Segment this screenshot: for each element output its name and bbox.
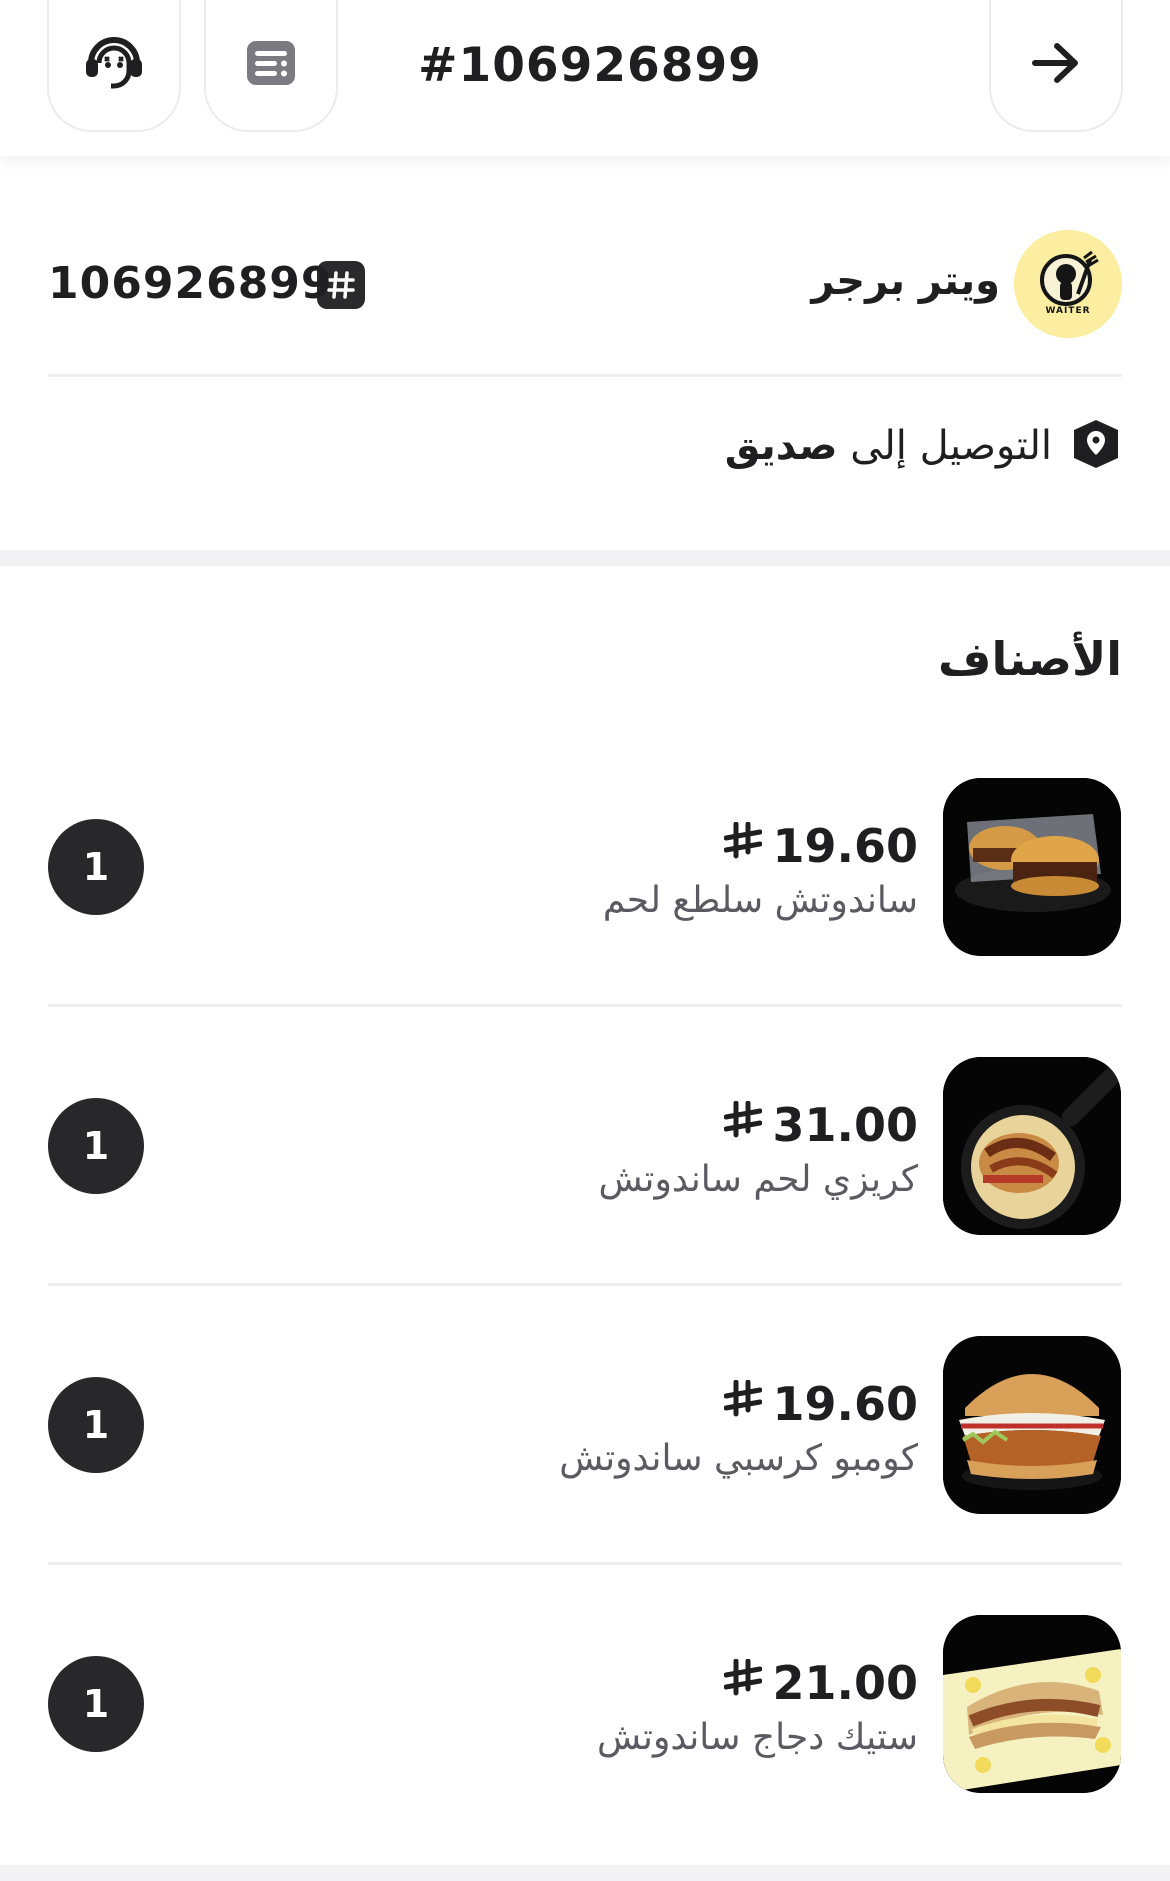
delivery-target: صديق [724, 423, 838, 469]
delivery-row: التوصيل إلى صديق [725, 418, 1122, 474]
item-name: ستيك دجاج ساندوتش [597, 1717, 918, 1758]
logo-text: WAITER [1045, 306, 1091, 316]
divider [48, 1283, 1122, 1286]
support-button[interactable] [47, 0, 181, 132]
item-price: 21.00 [723, 1655, 918, 1711]
item-price-value: 19.60 [772, 1377, 918, 1431]
divider [48, 1004, 1122, 1007]
riyal-currency-icon [723, 819, 763, 873]
section-separator [0, 550, 1170, 566]
item-quantity-badge: 1 [48, 1377, 144, 1473]
riyal-currency-icon [723, 1377, 763, 1431]
item-image [943, 1336, 1121, 1514]
receipt-icon [246, 40, 296, 90]
restaurant-logo: WAITER [1014, 230, 1122, 338]
receipt-button[interactable] [204, 0, 338, 132]
item-name: كومبو كرسبي ساندوتش [559, 1438, 918, 1479]
order-item[interactable]: 19.60 كومبو كرسبي ساندوتش 1 [0, 1336, 1170, 1616]
headset-icon [83, 33, 145, 97]
item-quantity-badge: 1 [48, 1656, 144, 1752]
riyal-currency-icon [723, 1098, 763, 1152]
divider [48, 1562, 1122, 1565]
item-image [943, 1057, 1121, 1235]
item-name: ساندوتش سلطع لحم [602, 880, 918, 921]
delivery-label: التوصيل إلى صديق [725, 423, 1052, 469]
arrow-right-icon [1031, 41, 1081, 89]
location-pin-icon [1070, 418, 1122, 474]
order-number: 106926899 [48, 258, 333, 309]
item-quantity-badge: 1 [48, 1098, 144, 1194]
item-image [943, 1615, 1121, 1793]
top-bar: #106926899 [0, 0, 1170, 156]
order-item[interactable]: 19.60 ساندوتش سلطع لحم 1 [0, 778, 1170, 1058]
order-item[interactable]: 31.00 كريزي لحم ساندوتش 1 [0, 1057, 1170, 1337]
divider [48, 374, 1122, 377]
back-button[interactable] [989, 0, 1123, 132]
item-price-value: 21.00 [772, 1656, 918, 1710]
item-price: 31.00 [723, 1097, 918, 1153]
order-title: #106926899 [418, 38, 762, 93]
item-price: 19.60 [723, 1376, 918, 1432]
item-quantity-badge: 1 [48, 819, 144, 915]
item-name: كريزي لحم ساندوتش [598, 1159, 918, 1200]
item-price-value: 31.00 [772, 1098, 918, 1152]
restaurant-row: WAITER ويتر برجر 106926899 [0, 220, 1170, 350]
restaurant-name: ويتر برجر [811, 258, 1000, 304]
item-price: 19.60 [723, 818, 918, 874]
item-image [943, 778, 1121, 956]
delivery-prefix: التوصيل إلى [850, 423, 1052, 469]
items-section-title: الأصناف [938, 632, 1122, 686]
section-separator [0, 1865, 1170, 1881]
order-item[interactable]: 21.00 ستيك دجاج ساندوتش 1 [0, 1615, 1170, 1881]
riyal-currency-icon [723, 1656, 763, 1710]
item-price-value: 19.60 [772, 819, 918, 873]
